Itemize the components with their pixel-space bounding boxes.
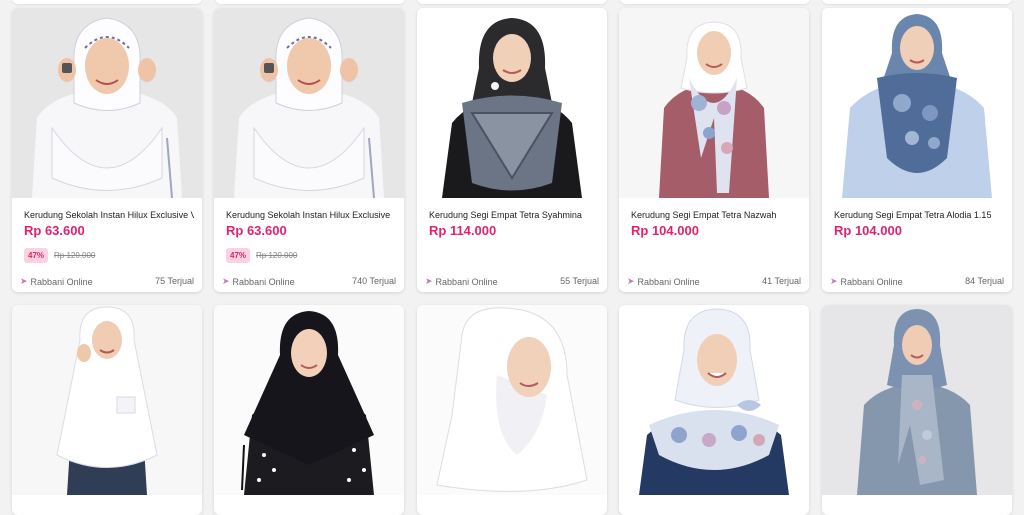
product-card[interactable]: Kerudung Segi Empat Tetra Alodia 1.15 Rp… xyxy=(822,8,1012,292)
product-name[interactable]: Kerudung Segi Empat Tetra Nazwah xyxy=(631,210,801,220)
discount-row: 47% Rp 120.000 xyxy=(226,248,297,263)
product-price: Rp 104.000 xyxy=(631,223,699,238)
original-price: Rp 120.000 xyxy=(54,251,96,260)
store-name: Rabbani Online xyxy=(637,276,700,287)
sold-count: 84 Terjual xyxy=(965,276,1004,286)
product-price: Rp 63.600 xyxy=(226,223,287,238)
product-image[interactable] xyxy=(214,8,404,198)
product-price: Rp 104.000 xyxy=(834,223,902,238)
store-info[interactable]: ➤ Rabbani Online xyxy=(830,276,903,287)
product-card[interactable]: Kerudung Sekolah Instan Hilux Exclusive … xyxy=(12,8,202,292)
product-image[interactable] xyxy=(417,305,607,495)
sold-count: 740 Terjual xyxy=(352,276,396,286)
product-image[interactable] xyxy=(619,8,809,198)
location-arrow-icon: ➤ xyxy=(222,276,230,286)
store-name: Rabbani Online xyxy=(232,276,295,287)
location-arrow-icon: ➤ xyxy=(425,276,433,286)
product-image[interactable] xyxy=(822,305,1012,495)
store-info[interactable]: ➤ Rabbani Online xyxy=(425,276,498,287)
sold-count: 75 Terjual xyxy=(155,276,194,286)
product-card[interactable] xyxy=(417,305,607,515)
product-image[interactable] xyxy=(417,8,607,198)
product-card[interactable]: Kerudung Sekolah Instan Hilux Exclusive … xyxy=(214,8,404,292)
product-card[interactable] xyxy=(12,305,202,515)
product-image[interactable] xyxy=(214,305,404,495)
product-name[interactable]: Kerudung Sekolah Instan Hilux Exclusive xyxy=(226,210,396,220)
product-image[interactable] xyxy=(12,305,202,495)
store-name: Rabbani Online xyxy=(840,276,903,287)
original-price: Rp 120.000 xyxy=(256,251,298,260)
discount-row: 47% Rp 120.000 xyxy=(24,248,95,263)
product-price: Rp 114.000 xyxy=(429,223,497,238)
product-card[interactable] xyxy=(822,305,1012,515)
store-info[interactable]: ➤ Rabbani Online xyxy=(627,276,700,287)
store-info[interactable]: ➤ Rabbani Online xyxy=(222,276,295,287)
store-info[interactable]: ➤ Rabbani Online xyxy=(20,276,93,287)
product-name[interactable]: Kerudung Sekolah Instan Hilux Exclusive … xyxy=(24,210,194,220)
location-arrow-icon: ➤ xyxy=(20,276,28,286)
discount-badge: 47% xyxy=(24,248,49,263)
product-image[interactable] xyxy=(822,8,1012,198)
product-image[interactable] xyxy=(12,8,202,198)
product-card[interactable] xyxy=(619,305,809,515)
product-card[interactable]: Kerudung Segi Empat Tetra Nazwah Rp 104.… xyxy=(619,8,809,292)
location-arrow-icon: ➤ xyxy=(830,276,838,286)
product-card[interactable] xyxy=(214,305,404,515)
store-name: Rabbani Online xyxy=(30,276,93,287)
discount-badge: 47% xyxy=(226,248,251,263)
sold-count: 41 Terjual xyxy=(762,276,801,286)
product-image[interactable] xyxy=(619,305,809,495)
product-name[interactable]: Kerudung Segi Empat Tetra Alodia 1.15 xyxy=(834,210,1004,220)
store-name: Rabbani Online xyxy=(435,276,498,287)
sold-count: 55 Terjual xyxy=(560,276,599,286)
location-arrow-icon: ➤ xyxy=(627,276,635,286)
product-price: Rp 63.600 xyxy=(24,223,85,238)
product-name[interactable]: Kerudung Segi Empat Tetra Syahmina xyxy=(429,210,599,220)
product-card[interactable]: Kerudung Segi Empat Tetra Syahmina Rp 11… xyxy=(417,8,607,292)
previous-row-edge xyxy=(0,0,1024,6)
